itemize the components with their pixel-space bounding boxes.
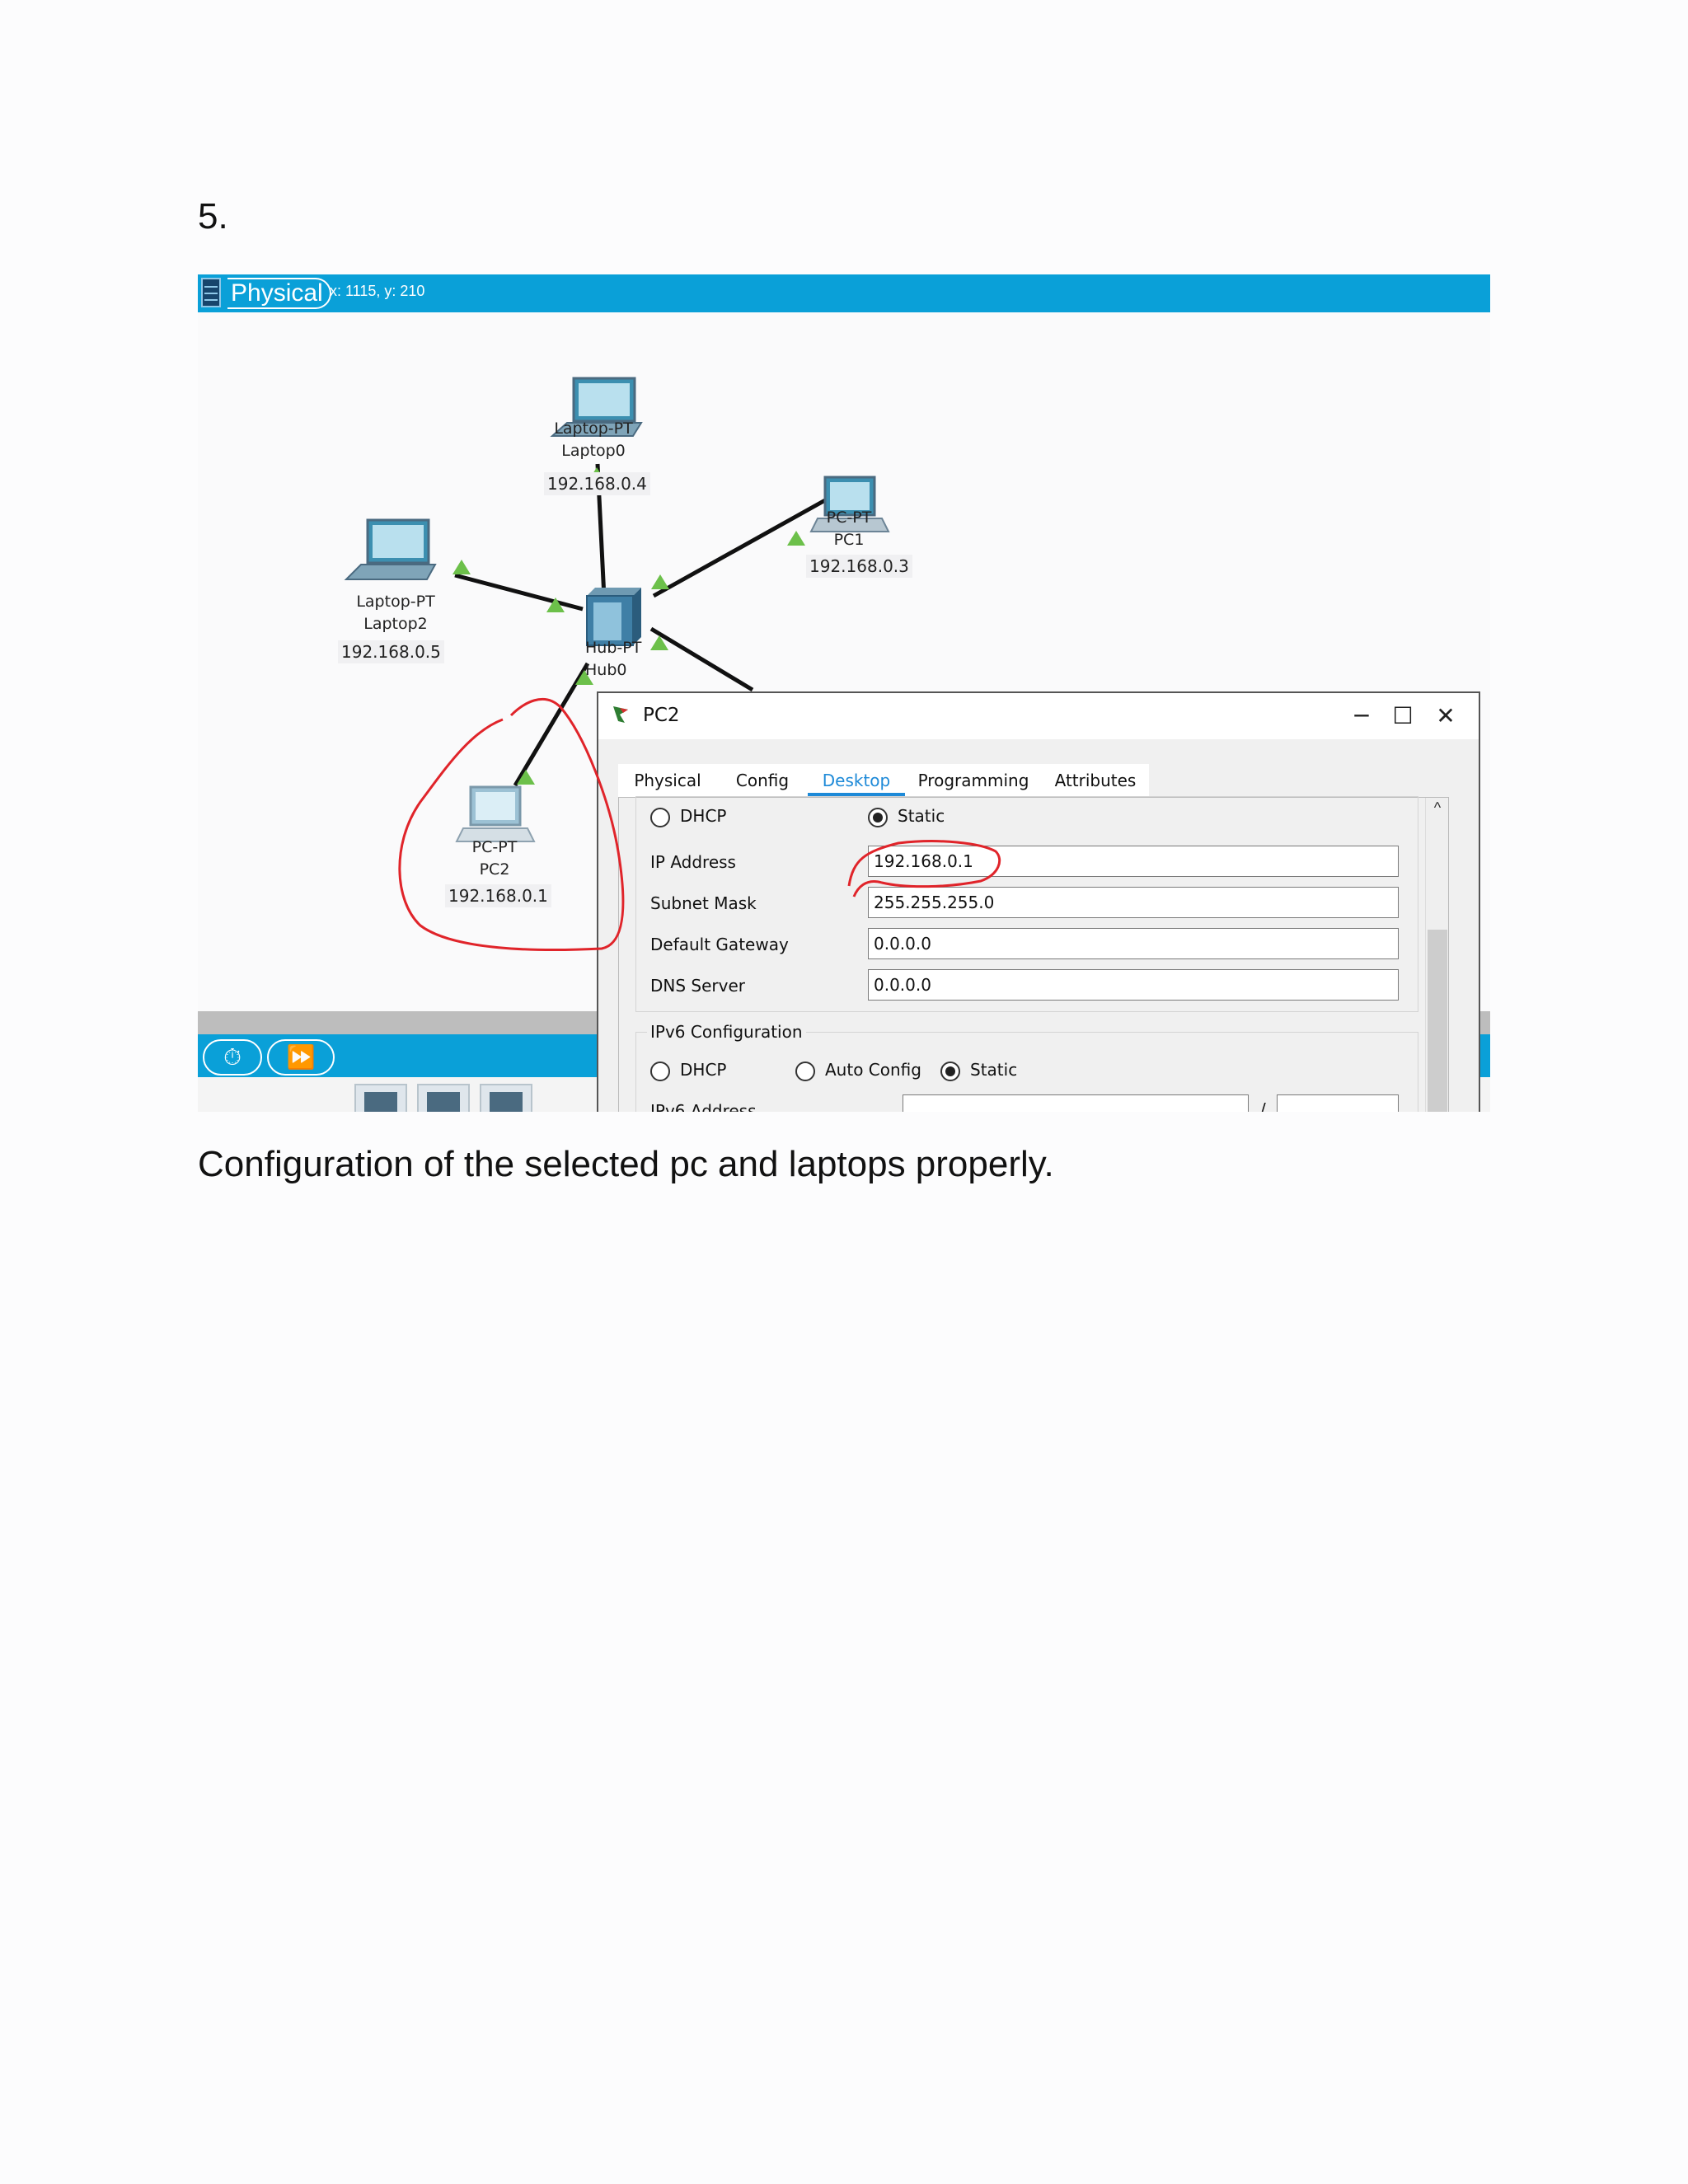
minimize-button[interactable]: ─	[1345, 700, 1378, 733]
radio-off-icon	[650, 807, 670, 827]
device-category-tool[interactable]	[354, 1084, 407, 1112]
pc1-label: PC-PT PC1	[826, 509, 872, 549]
radio-off-icon	[650, 1061, 670, 1081]
radio-on-icon	[868, 807, 888, 827]
scroll-up-icon[interactable]: ^	[1429, 799, 1446, 818]
ipv4-static-radio[interactable]: Static	[868, 806, 945, 827]
default-gateway-label: Default Gateway	[650, 935, 789, 954]
maximize-button[interactable]: ☐	[1386, 700, 1419, 733]
pc1-ip: 192.168.0.3	[806, 555, 912, 578]
cursor-coordinates: x: 1115, y: 210	[330, 283, 425, 299]
laptop0-ip: 192.168.0.4	[544, 472, 650, 495]
default-gateway-input[interactable]: 0.0.0.0	[868, 928, 1399, 959]
close-button[interactable]: ✕	[1429, 700, 1462, 733]
step-number: 5.	[198, 196, 228, 237]
laptop0-label: Laptop-PT Laptop0	[554, 419, 633, 460]
physical-mode-button[interactable]: Physical	[227, 278, 331, 309]
device-category-tool[interactable]	[480, 1084, 532, 1112]
subnet-mask-label: Subnet Mask	[650, 893, 757, 913]
pc2-icon	[455, 785, 536, 842]
dialog-titlebar[interactable]: PC2 ─ ☐ ✕	[598, 693, 1479, 739]
dns-server-label: DNS Server	[650, 976, 745, 996]
ipv6-prefix-input[interactable]	[1277, 1094, 1399, 1112]
ipv6-address-label: IPv6 Address	[650, 1101, 757, 1112]
hub0-label: Hub-PT Hub0	[585, 639, 642, 679]
dns-server-input[interactable]: 0.0.0.0	[868, 969, 1399, 1001]
pc2-ip: 192.168.0.1	[445, 884, 551, 907]
ipv6-static-radio[interactable]: Static	[940, 1060, 1017, 1081]
laptop2-ip: 192.168.0.5	[338, 640, 444, 663]
tab-physical[interactable]: Physical	[618, 764, 717, 797]
ip-address-label: IP Address	[650, 852, 736, 872]
laptop2-icon	[344, 518, 437, 580]
ip-address-input[interactable]: 192.168.0.1	[868, 846, 1399, 877]
tab-desktop[interactable]: Desktop	[808, 764, 905, 797]
fast-forward-button[interactable]: ⏩	[267, 1039, 335, 1076]
radio-off-icon	[795, 1061, 815, 1081]
caption: Configuration of the selected pc and lap…	[198, 1144, 1054, 1184]
tab-programming[interactable]: Programming	[905, 764, 1042, 797]
link-laptop2-hub	[454, 573, 584, 612]
ipv6-auto-config-radio[interactable]: Auto Config	[795, 1060, 921, 1081]
dialog-scrollbar[interactable]: ^	[1425, 798, 1448, 1112]
realtime-clock-button[interactable]: ⏱	[203, 1039, 262, 1076]
tab-config[interactable]: Config	[717, 764, 808, 797]
dialog-title: PC2	[643, 705, 680, 726]
layers-icon[interactable]	[201, 278, 221, 307]
ipv6-section-title: IPv6 Configuration	[647, 1022, 806, 1042]
ipv6-address-input[interactable]	[903, 1094, 1249, 1112]
subnet-mask-input[interactable]: 255.255.255.0	[868, 887, 1399, 918]
ip-configuration-pane: ^ DHCP Static IP Address 192.168.0.1 Sub…	[618, 796, 1449, 1112]
prefix-separator: /	[1260, 1099, 1266, 1112]
link-pc1-hub	[652, 494, 834, 598]
workspace-toolbar: Physical x: 1115, y: 210	[198, 274, 1490, 312]
link-hub-pc2	[513, 662, 590, 787]
packet-tracer-icon	[613, 706, 628, 723]
scroll-thumb[interactable]	[1428, 930, 1447, 1112]
link-hub-offscreen	[649, 626, 754, 692]
laptop2-label: Laptop-PT Laptop2	[356, 593, 435, 633]
pc2-label: PC-PT PC2	[471, 838, 518, 879]
ipv6-dhcp-radio[interactable]: DHCP	[650, 1060, 726, 1081]
packet-tracer-screenshot: Physical x: 1115, y: 210 Laptop-PT Lapto…	[198, 274, 1490, 1112]
tab-attributes[interactable]: Attributes	[1042, 764, 1149, 797]
ipv4-dhcp-radio[interactable]: DHCP	[650, 806, 726, 827]
device-category-tool[interactable]	[417, 1084, 470, 1112]
pc2-config-dialog: PC2 ─ ☐ ✕ Physical Config Desktop Progra…	[597, 691, 1480, 1112]
radio-on-icon	[940, 1061, 960, 1081]
